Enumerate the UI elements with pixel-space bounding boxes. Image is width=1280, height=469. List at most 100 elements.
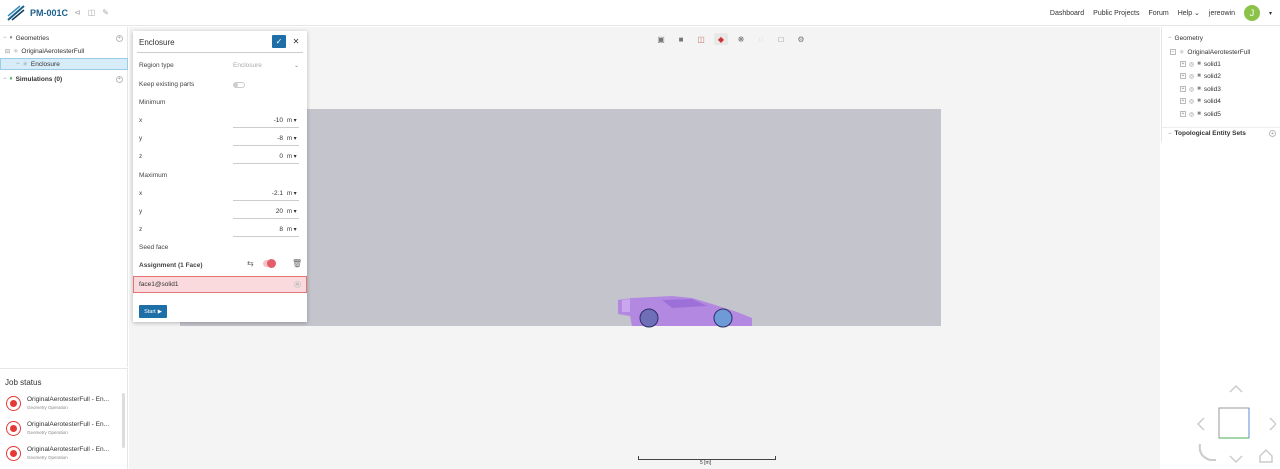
eye-icon[interactable]: ◎ <box>1189 61 1194 68</box>
job-item[interactable]: OriginalAerotesterFull - En... Geometry … <box>5 443 121 465</box>
add-simulation-button[interactable]: + <box>116 75 123 83</box>
region-type-select[interactable]: Enclosure <box>233 62 262 69</box>
nav-dashboard[interactable]: Dashboard <box>1050 10 1084 17</box>
job-status-panel: Job status OriginalAerotesterFull - En..… <box>0 368 128 469</box>
assignment-toggle[interactable] <box>263 259 276 268</box>
trash-icon[interactable]: 🗑 <box>292 259 302 268</box>
solid-item[interactable]: + ◎ ■ solid5 <box>1162 108 1280 120</box>
collapse-icon[interactable]: ⊟ <box>5 48 10 55</box>
job-type: Geometry Operation <box>27 430 68 435</box>
nav-help[interactable]: Help ⌄ <box>1178 9 1200 17</box>
chevron-down-icon[interactable]: ▾ <box>1269 10 1272 17</box>
tree-geometries[interactable]: − ♦ Geometries + <box>0 32 128 44</box>
nav-public-projects[interactable]: Public Projects <box>1093 10 1139 17</box>
stop-icon[interactable] <box>6 396 21 411</box>
keep-parts-toggle[interactable] <box>233 82 245 88</box>
min-y-input[interactable]: -8 <box>277 135 283 142</box>
geometry-icon: ⚛ <box>1179 49 1185 56</box>
geometry-root-item[interactable]: − ⚛ OriginalAerotesterFull <box>1162 46 1280 58</box>
eye-icon[interactable]: ◎ <box>1189 98 1194 105</box>
unit-select[interactable]: m ▾ <box>287 135 297 142</box>
topological-sets-header[interactable]: − Topological Entity Sets + <box>1162 127 1280 139</box>
job-type: Geometry Operation <box>27 405 68 410</box>
share-icon[interactable]: ⊲ <box>74 8 81 17</box>
close-icon[interactable]: ✕ <box>290 35 302 48</box>
expand-icon[interactable]: + <box>1180 73 1186 79</box>
field-underline <box>233 127 299 128</box>
min-x-input[interactable]: -10 <box>274 117 283 124</box>
edit-icon[interactable]: ✎ <box>102 8 109 17</box>
start-label: Start <box>144 308 156 315</box>
max-y-input[interactable]: 20 <box>276 208 283 215</box>
solid-item[interactable]: + ◎ ■ solid4 <box>1162 95 1280 107</box>
solid-icon: ■ <box>1197 61 1201 67</box>
view-cube-icon[interactable]: ▣ <box>654 33 668 45</box>
max-x-label: x <box>139 190 143 197</box>
swap-icon[interactable]: ⇆ <box>247 259 254 268</box>
job-item[interactable]: OriginalAerotesterFull - En... Geometry … <box>5 418 121 440</box>
job-item[interactable]: OriginalAerotesterFull - En... Geometry … <box>5 393 121 415</box>
expand-icon[interactable]: + <box>1180 98 1186 104</box>
unit-select[interactable]: m ▾ <box>287 153 297 160</box>
add-geometry-button[interactable]: + <box>116 34 123 42</box>
expand-icon[interactable]: + <box>1180 86 1186 92</box>
solid-item[interactable]: + ◎ ■ solid1 <box>1162 58 1280 70</box>
job-name: OriginalAerotesterFull - En... <box>27 396 110 403</box>
face-assignment-item[interactable]: face1@solid1 ✕ <box>133 276 307 293</box>
max-z-input[interactable]: 8 <box>279 226 283 233</box>
start-button[interactable]: Start ▶ <box>139 305 167 318</box>
solid-label: solid3 <box>1203 85 1221 93</box>
max-x-input[interactable]: -2.1 <box>272 190 283 197</box>
orientation-cube[interactable] <box>1196 384 1276 466</box>
eye-icon[interactable]: ◎ <box>1189 73 1194 80</box>
settings-icon[interactable]: ⚙ <box>794 33 808 45</box>
unit-select[interactable]: m ▾ <box>287 117 297 124</box>
min-z-input[interactable]: 0 <box>279 153 283 160</box>
collapse-icon[interactable]: − <box>3 76 7 82</box>
expand-icon[interactable]: + <box>1180 111 1186 117</box>
eye-icon[interactable]: ◎ <box>1189 86 1194 93</box>
add-topo-set-button[interactable]: + <box>1269 130 1276 137</box>
chevron-down-icon[interactable]: ⌄ <box>294 62 299 69</box>
nav-forum[interactable]: Forum <box>1148 10 1168 17</box>
solid-view-icon[interactable]: ■ <box>674 33 688 45</box>
username[interactable]: jereowin <box>1209 10 1235 17</box>
solid-label: solid2 <box>1203 72 1221 80</box>
copy-icon[interactable]: ◫ <box>88 8 96 17</box>
expand-icon[interactable]: + <box>1180 61 1186 67</box>
edge-select-icon[interactable]: ❋ <box>734 33 748 45</box>
collapse-icon[interactable]: − <box>1170 49 1176 55</box>
solid-icon: ■ <box>1197 86 1201 92</box>
geometries-label: Geometries <box>15 34 50 42</box>
unit-select[interactable]: m ▾ <box>287 226 297 233</box>
job-status-title: Job status <box>5 378 42 387</box>
solid-item[interactable]: + ◎ ■ solid3 <box>1162 83 1280 95</box>
stop-icon[interactable] <box>6 421 21 436</box>
section-view-icon[interactable]: ◫ <box>694 33 708 45</box>
dialog-title: Enclosure <box>139 38 175 47</box>
point-select-icon[interactable]: ◌ <box>754 33 768 45</box>
tree-simulations[interactable]: − ♦ Simulations (0) + <box>0 73 128 85</box>
confirm-button[interactable]: ✓ <box>272 35 286 48</box>
car-model[interactable] <box>612 290 758 330</box>
stop-icon[interactable] <box>6 446 21 461</box>
simscale-logo[interactable] <box>6 4 26 22</box>
collapse-icon[interactable]: − <box>3 35 7 41</box>
face-select-icon[interactable]: ◆ <box>714 33 728 45</box>
collapse-icon[interactable]: − <box>1168 131 1172 137</box>
unit-select[interactable]: m ▾ <box>287 208 297 215</box>
box-select-icon[interactable]: □ <box>774 33 788 45</box>
geometry-header[interactable]: − Geometry <box>1162 32 1280 44</box>
job-name: OriginalAerotesterFull - En... <box>27 446 110 453</box>
unit-select[interactable]: m ▾ <box>287 190 297 197</box>
remove-face-icon[interactable]: ✕ <box>294 281 301 288</box>
geometry-icon: ⚛ <box>13 48 19 55</box>
tree-geometry-item[interactable]: ⊟ ⚛ OriginalAerotesterFull <box>0 45 128 57</box>
avatar[interactable]: J <box>1243 5 1260 21</box>
solid-item[interactable]: + ◎ ■ solid2 <box>1162 70 1280 82</box>
tree-enclosure-item[interactable]: − ⚛ Enclosure <box>0 58 128 70</box>
collapse-icon[interactable]: − <box>1168 35 1172 41</box>
job-scrollbar[interactable] <box>122 393 125 448</box>
project-name[interactable]: PM-001C <box>30 8 68 18</box>
eye-icon[interactable]: ◎ <box>1189 111 1194 118</box>
